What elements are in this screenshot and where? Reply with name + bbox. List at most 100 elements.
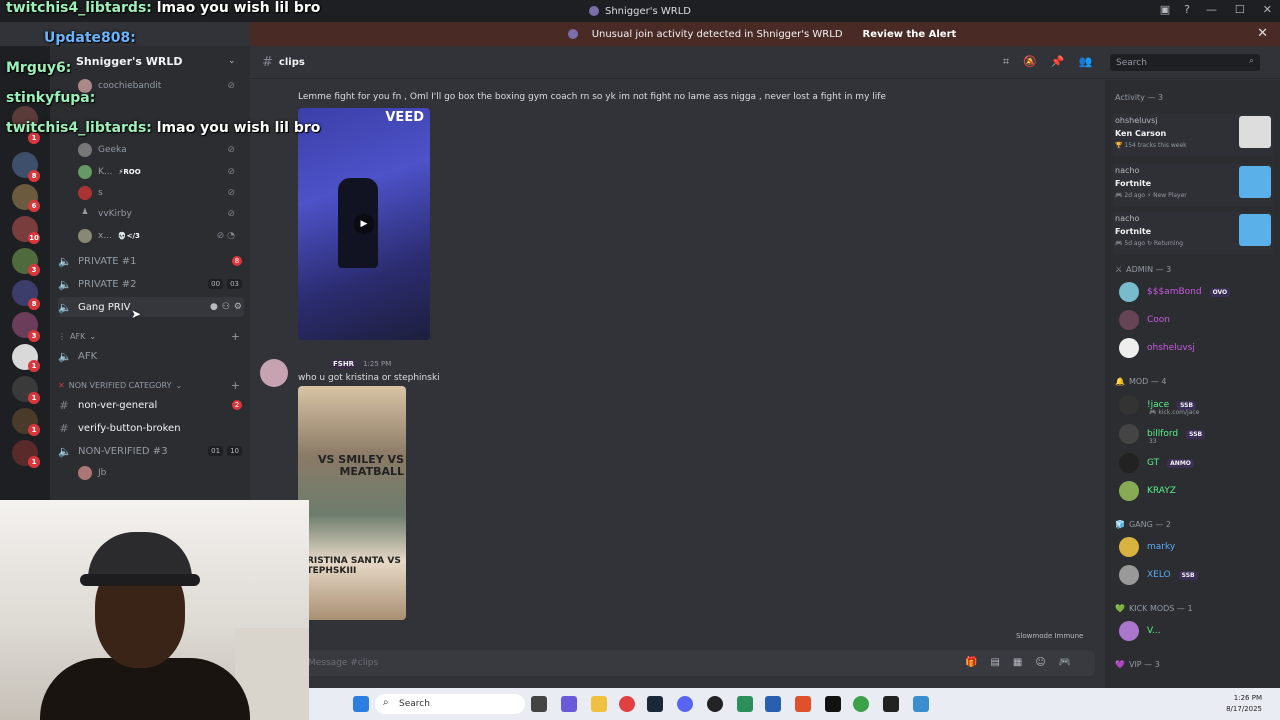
- sticker-icon[interactable]: ▦: [1013, 657, 1022, 668]
- member-item[interactable]: GT ANMO: [1119, 450, 1274, 476]
- member-item[interactable]: $$$amBond OVO: [1119, 279, 1274, 305]
- window-title: Shnigger's WRLD: [604, 5, 691, 17]
- activity-card[interactable]: ohsheluvsj Ken Carson 🏆 154 tracks this …: [1113, 114, 1273, 156]
- heart-icon: 💜: [1115, 660, 1125, 669]
- activity-header: Activity — 3: [1115, 93, 1164, 102]
- voice-channel-gang-priv[interactable]: 🔈 Gang PRIV ● ⚇ ⚙: [58, 297, 244, 317]
- image-attachment[interactable]: VS SMILEY VS MEATBALL KRISTINA SANTA VS …: [298, 386, 406, 620]
- discord-icon[interactable]: [677, 696, 693, 712]
- search-input[interactable]: Search ⌕: [1110, 54, 1260, 71]
- voice-channel-afk[interactable]: 🔈 AFK: [58, 346, 244, 366]
- search-icon: ⌕: [1248, 56, 1254, 66]
- deafened-icon: ⊘ ◔: [216, 231, 235, 241]
- unread-badge: 3: [28, 330, 40, 342]
- message-header: FSHR 1:25 PM: [330, 359, 391, 369]
- brave-icon[interactable]: [795, 696, 811, 712]
- add-channel-icon[interactable]: +: [231, 330, 240, 343]
- pin-icon[interactable]: 📌: [1051, 55, 1065, 69]
- member-item[interactable]: KRAYZ: [1119, 478, 1274, 504]
- start-icon[interactable]: [353, 696, 369, 712]
- minimize-button[interactable]: —: [1206, 3, 1217, 16]
- app-icon[interactable]: [765, 696, 781, 712]
- member-item[interactable]: !jace SSB 🎮 kick.com/jace: [1119, 392, 1274, 418]
- gift-icon[interactable]: 🎁: [965, 657, 977, 668]
- bell-icon: 🔔: [1115, 377, 1125, 386]
- avatar: [1119, 310, 1139, 330]
- emoji-icon[interactable]: ☺: [1035, 657, 1045, 668]
- apps-icon[interactable]: 🎮: [1059, 657, 1071, 668]
- category-afk[interactable]: ⋮ AFK ⌄ +: [58, 330, 244, 343]
- activity-card[interactable]: nacho Fortnite 🎮 5d ago ↻ Returning: [1113, 212, 1273, 254]
- role-group-header: 🔔 MOD — 4: [1115, 377, 1167, 386]
- review-alert-button[interactable]: Review the Alert: [857, 27, 963, 42]
- voice-user[interactable]: Jb: [78, 464, 243, 482]
- terminal-icon[interactable]: [883, 696, 899, 712]
- windows-taskbar: ⌕ Search 1:26 PM 8/17/2025: [309, 688, 1280, 720]
- text-channel-verify-button-broken[interactable]: # verify-button-broken: [58, 418, 244, 438]
- discord-app: Shnigger's WRLD ▣ ? — ☐ ✕ Unusual join a…: [0, 0, 1280, 720]
- voice-user[interactable]: x... 💀</3 ⊘ ◔: [78, 227, 243, 245]
- user-limit: 03: [227, 279, 242, 289]
- app-icon[interactable]: [825, 696, 841, 712]
- heart-icon: 💚: [1115, 604, 1125, 613]
- member-item[interactable]: marky: [1119, 534, 1274, 560]
- close-button[interactable]: ✕: [1263, 3, 1272, 16]
- overlay-message: twitchis4_libtards: lmao you wish lil br…: [6, 0, 321, 16]
- member-list-icon[interactable]: 👥: [1079, 55, 1093, 69]
- category-non-verified[interactable]: ✕ NON VERIFIED CATEGORY ⌄ +: [58, 379, 244, 392]
- game-icon: [1239, 214, 1271, 246]
- chrome-icon[interactable]: [619, 696, 635, 712]
- unread-badge: 6: [28, 200, 40, 212]
- voice-channel-private-1[interactable]: 🔈 PRIVATE #1 8: [58, 251, 244, 271]
- threads-icon[interactable]: ⌗: [1003, 55, 1009, 69]
- voice-user[interactable]: ♟ vvKirby ⊘: [78, 205, 243, 223]
- gear-icon[interactable]: ⚙: [234, 302, 242, 312]
- avatar: [1119, 338, 1139, 358]
- unread-badge: 8: [28, 298, 40, 310]
- user-count: 01: [208, 446, 224, 456]
- invite-icon[interactable]: ⚇: [222, 302, 230, 312]
- role-group-header: ⚔ ADMIN — 3: [1115, 265, 1172, 274]
- game-icon: [1239, 166, 1271, 198]
- task-view-icon[interactable]: [531, 696, 547, 712]
- steam-icon[interactable]: [647, 696, 663, 712]
- gif-icon[interactable]: ▤: [990, 657, 999, 668]
- text-channel-non-ver-general[interactable]: # non-ver-general 2: [58, 395, 244, 415]
- voice-user[interactable]: s ⊘: [78, 184, 243, 202]
- app-icon[interactable]: [737, 696, 753, 712]
- user-count: 00: [208, 279, 224, 289]
- close-icon[interactable]: ✕: [1257, 26, 1268, 41]
- server-icon: [588, 6, 599, 16]
- slowmode-indicator: Slowmode Immune: [1016, 632, 1084, 640]
- member-item[interactable]: ohsheluvsj: [1119, 335, 1274, 361]
- copilot-icon[interactable]: [561, 696, 577, 712]
- swords-icon: ⚔: [1115, 265, 1123, 274]
- file-explorer-icon[interactable]: [591, 696, 607, 712]
- add-channel-icon[interactable]: +: [231, 379, 240, 392]
- member-item[interactable]: XELO SSB: [1119, 562, 1274, 588]
- avatar[interactable]: [260, 359, 288, 387]
- chat-icon[interactable]: ●: [210, 302, 218, 312]
- maximize-button[interactable]: ☐: [1235, 3, 1245, 16]
- role-group-header: 💜 VIP — 3: [1115, 660, 1160, 669]
- chrome-icon[interactable]: [853, 696, 869, 712]
- avatar: [1119, 621, 1139, 641]
- overlay-message: twitchis4_libtards: lmao you wish lil br…: [6, 120, 321, 136]
- voice-channel-non-verified-3[interactable]: 🔈 NON-VERIFIED #3 01 10: [58, 441, 244, 461]
- help-icon[interactable]: ?: [1184, 3, 1190, 16]
- overlay-message: Mrguy6:: [6, 60, 72, 76]
- member-item[interactable]: Coon: [1119, 307, 1274, 333]
- voice-channel-private-2[interactable]: 🔈 PRIVATE #2 00 03: [58, 274, 244, 294]
- member-item[interactable]: V...: [1119, 618, 1274, 644]
- play-icon[interactable]: ▶: [354, 214, 374, 234]
- app-icon[interactable]: [913, 696, 929, 712]
- taskbar-search[interactable]: ⌕ Search: [375, 694, 525, 714]
- inbox-icon[interactable]: ▣: [1160, 3, 1170, 16]
- obs-icon[interactable]: [707, 696, 723, 712]
- activity-card[interactable]: nacho Fortnite 🎮 2d ago ⚡ New Player: [1113, 164, 1273, 206]
- system-clock[interactable]: 1:26 PM 8/17/2025: [1226, 693, 1262, 715]
- voice-user[interactable]: K... ⚡ROO ⊘: [78, 163, 243, 181]
- webcam-feed: [0, 500, 309, 720]
- member-item[interactable]: billford SSB 33: [1119, 421, 1274, 447]
- notifications-icon[interactable]: 🔕: [1023, 55, 1037, 69]
